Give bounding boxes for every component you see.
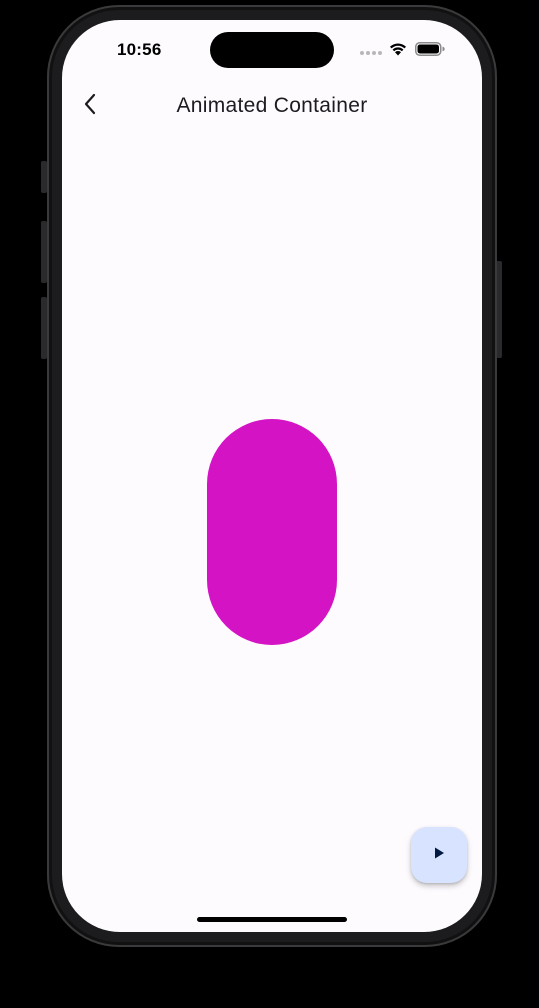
animated-container	[207, 419, 337, 645]
dynamic-island	[210, 32, 334, 68]
signal-icon	[360, 51, 382, 57]
app-bar: Animated Container	[62, 82, 482, 130]
page-title: Animated Container	[176, 94, 368, 117]
wifi-icon	[388, 40, 408, 56]
home-indicator[interactable]	[197, 917, 347, 922]
play-icon	[432, 846, 446, 865]
status-bar: 10:56	[62, 20, 482, 76]
phone-screen: 10:56 Animated Container	[62, 20, 482, 932]
play-button[interactable]	[411, 827, 467, 883]
battery-icon	[415, 42, 445, 56]
status-time: 10:56	[117, 40, 162, 59]
